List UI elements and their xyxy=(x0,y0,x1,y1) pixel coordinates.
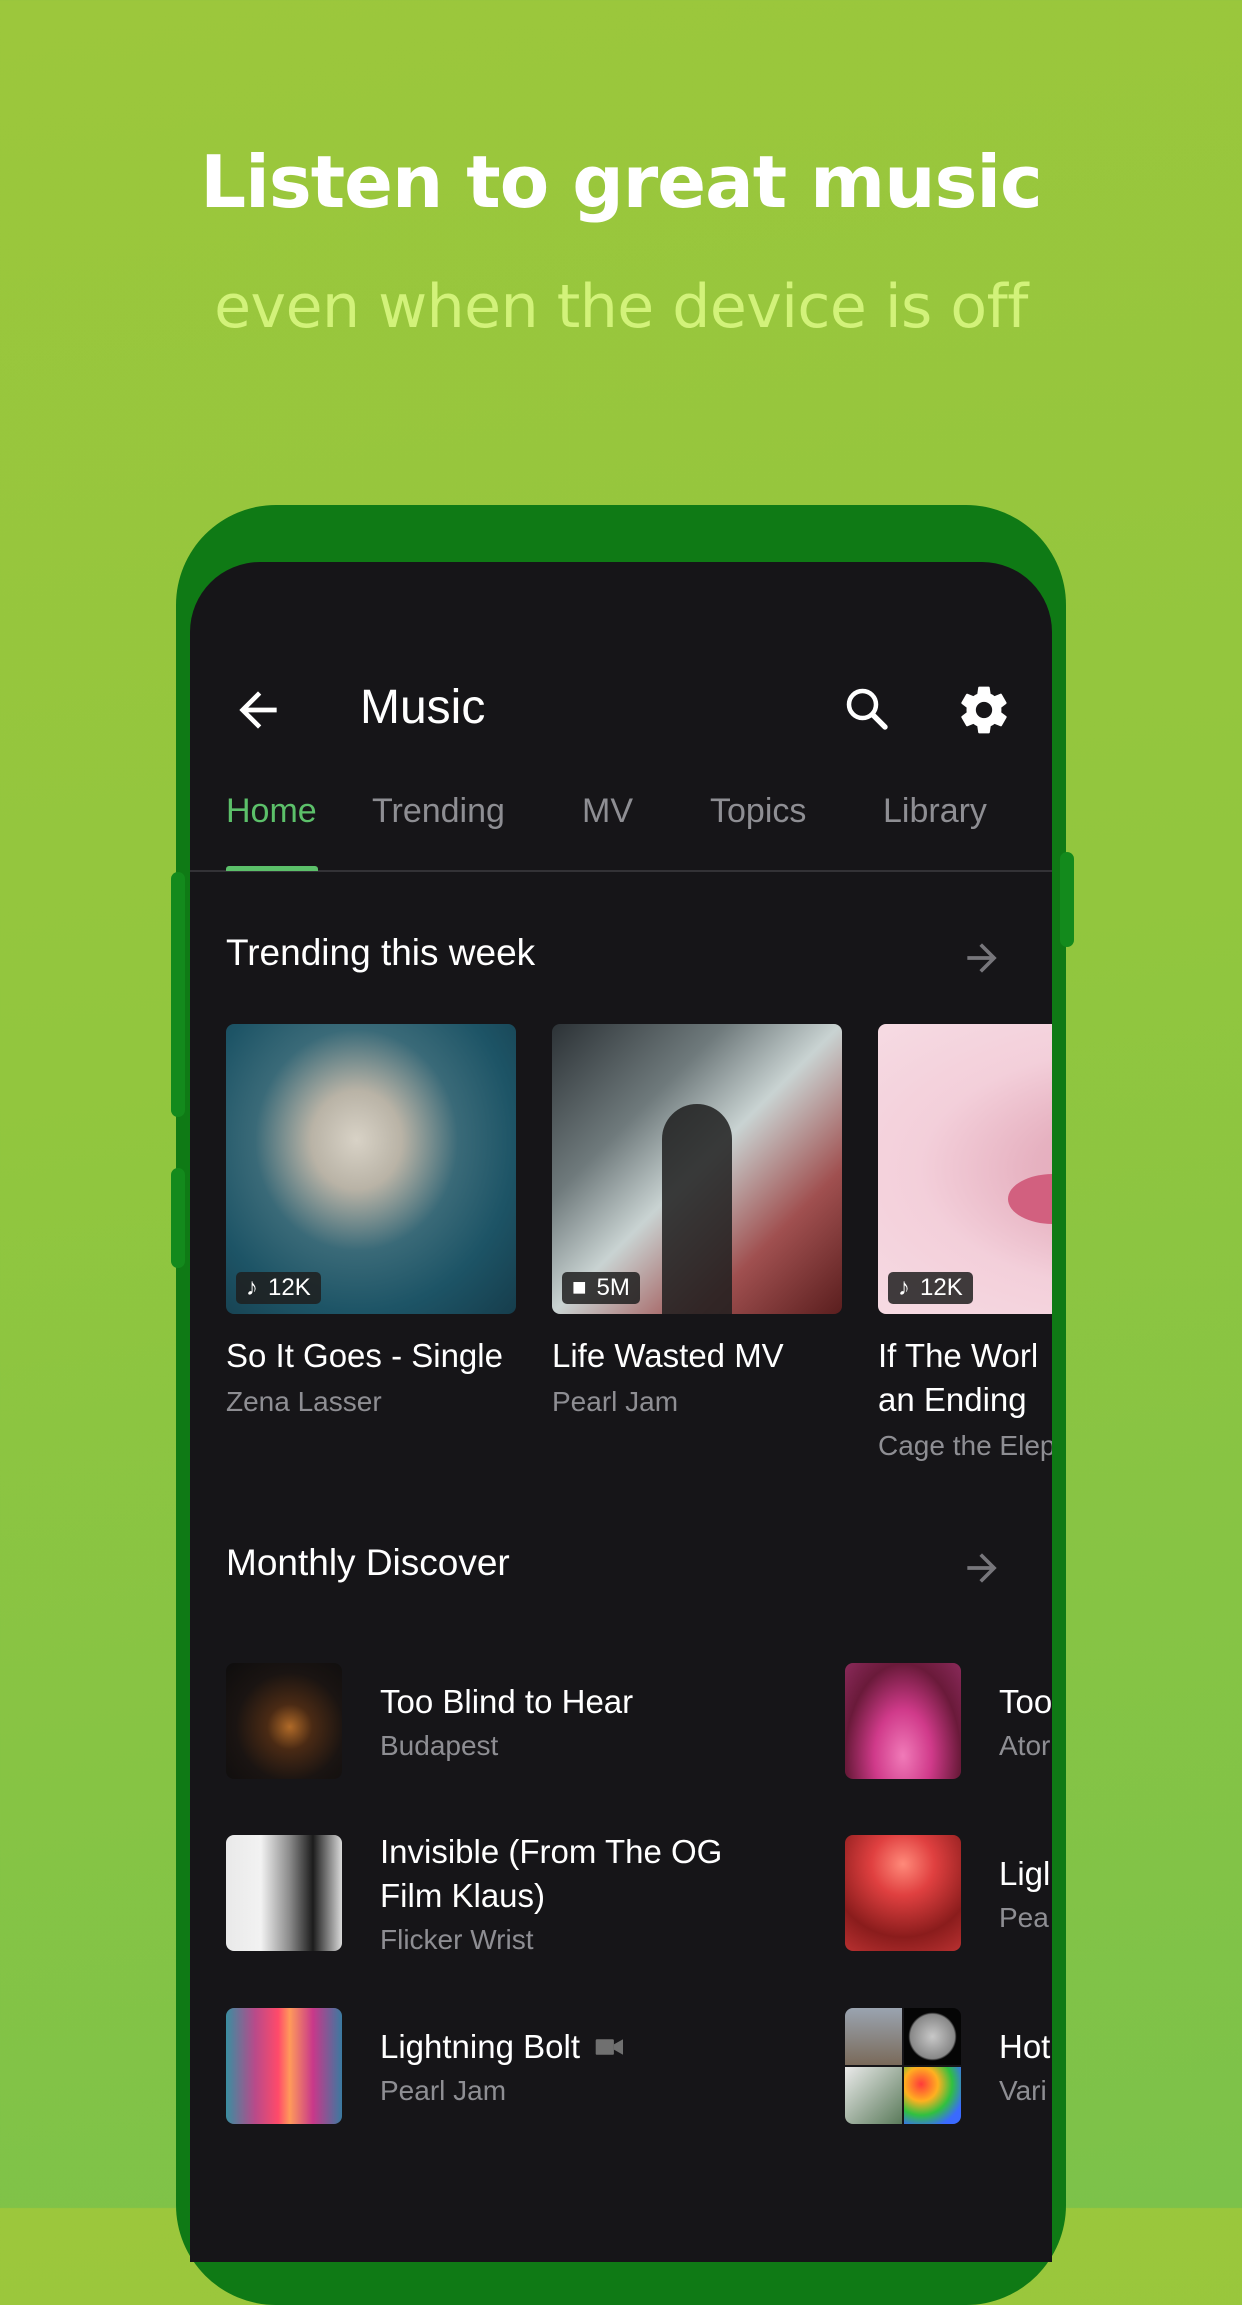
tab-trending[interactable]: Trending xyxy=(372,792,505,831)
thumbnail xyxy=(226,1835,342,1951)
track-artist: Pea xyxy=(999,1902,1049,1933)
track-artist: Ator xyxy=(999,1730,1051,1761)
list-item[interactable]: Invisible (From The OG Film Klaus) Flicke… xyxy=(226,1833,786,1955)
track-artist: Pearl Jam xyxy=(380,2075,507,2106)
view-count: 5M xyxy=(596,1274,630,1301)
list-item[interactable]: Ligl Pea xyxy=(845,1835,1052,1953)
track-title: Ligl xyxy=(999,1855,1051,1892)
track-title: Hot xyxy=(999,2028,1051,2065)
phone-screen: Music Home Trending MV Topics Library Tr… xyxy=(190,562,1052,2262)
monthly-more-button[interactable] xyxy=(960,1546,1004,1590)
phone-side-button-lower xyxy=(171,1168,185,1268)
settings-button[interactable] xyxy=(956,682,1012,738)
play-count: 12K xyxy=(268,1274,311,1301)
card-artist: Zena Lasser xyxy=(226,1386,382,1417)
play-count-badge: ♪ 12K xyxy=(236,1272,321,1304)
search-icon xyxy=(846,688,888,730)
card-artist: Cage the Elep xyxy=(878,1430,1052,1461)
monthly-section-title: Monthly Discover xyxy=(226,1542,510,1583)
track-title: Lightning Bolt xyxy=(380,2025,626,2069)
promo-headline: Listen to great music xyxy=(200,140,1042,224)
video-camera-icon: ■ xyxy=(572,1274,587,1301)
thumbnail xyxy=(226,2008,342,2124)
page-title: Music xyxy=(360,681,486,734)
arrow-right-icon xyxy=(967,1553,997,1583)
tab-mv[interactable]: MV xyxy=(582,792,633,831)
card-artist: Pearl Jam xyxy=(552,1386,679,1417)
arrow-left-icon xyxy=(239,691,277,729)
album-art: ♪ 12K xyxy=(226,1024,516,1314)
music-note-icon: ♪ xyxy=(246,1274,258,1301)
tab-topics[interactable]: Topics xyxy=(710,792,806,831)
card-title: Life Wasted MV xyxy=(552,1337,784,1374)
tab-library[interactable]: Library xyxy=(883,792,987,831)
track-title: Invisible (From The OG Film Klaus) xyxy=(380,1833,723,1914)
search-button[interactable] xyxy=(840,682,894,736)
trending-more-button[interactable] xyxy=(960,936,1004,980)
track-title: Too xyxy=(999,1683,1052,1720)
video-camera-icon xyxy=(595,2039,623,2055)
play-count: 12K xyxy=(920,1274,963,1301)
music-note-icon: ♪ xyxy=(898,1274,910,1301)
thumbnail xyxy=(845,1835,961,1951)
trending-card[interactable]: ■ 5M Life Wasted MV Pearl Jam xyxy=(552,1024,842,1418)
trending-card[interactable]: ♪ 12K If The Worl an Ending Cage the Elep xyxy=(878,1024,1052,1462)
back-button[interactable] xyxy=(230,682,286,738)
tab-bar: Home Trending MV Topics Library xyxy=(190,782,1052,872)
track-title: Too Blind to Hear xyxy=(380,1683,634,1720)
promo-subline: even when the device is off xyxy=(214,272,1028,342)
arrow-right-icon xyxy=(967,943,997,973)
list-item[interactable]: Lightning Bolt Pearl Jam xyxy=(226,2008,786,2126)
phone-side-button-right xyxy=(1060,852,1074,947)
track-artist: Flicker Wrist xyxy=(380,1924,534,1955)
track-artist: Budapest xyxy=(380,1730,499,1761)
app-bar: Music xyxy=(190,662,1052,752)
card-title: So It Goes - Single xyxy=(226,1337,503,1374)
play-count-badge: ♪ 12K xyxy=(888,1272,973,1304)
album-art: ♪ 12K xyxy=(878,1024,1052,1314)
view-count-badge: ■ 5M xyxy=(562,1272,640,1304)
album-art: ■ 5M xyxy=(552,1024,842,1314)
list-item[interactable]: Hot Vari xyxy=(845,2008,1052,2126)
gear-icon xyxy=(961,686,1007,734)
list-item[interactable]: Too Blind to Hear Budapest xyxy=(226,1663,786,1781)
thumbnail xyxy=(226,1663,342,1779)
tab-home[interactable]: Home xyxy=(226,792,317,831)
trending-card[interactable]: ♪ 12K So It Goes - Single Zena Lasser xyxy=(226,1024,516,1418)
card-title: If The Worl an Ending xyxy=(878,1337,1039,1418)
phone-side-button-upper xyxy=(171,872,185,1117)
list-item[interactable]: Too Ator xyxy=(845,1663,1052,1781)
thumbnail xyxy=(845,1663,961,1779)
track-artist: Vari xyxy=(999,2075,1047,2106)
thumbnail xyxy=(845,2008,961,2124)
tab-indicator xyxy=(226,866,318,871)
trending-section-title: Trending this week xyxy=(226,932,536,973)
